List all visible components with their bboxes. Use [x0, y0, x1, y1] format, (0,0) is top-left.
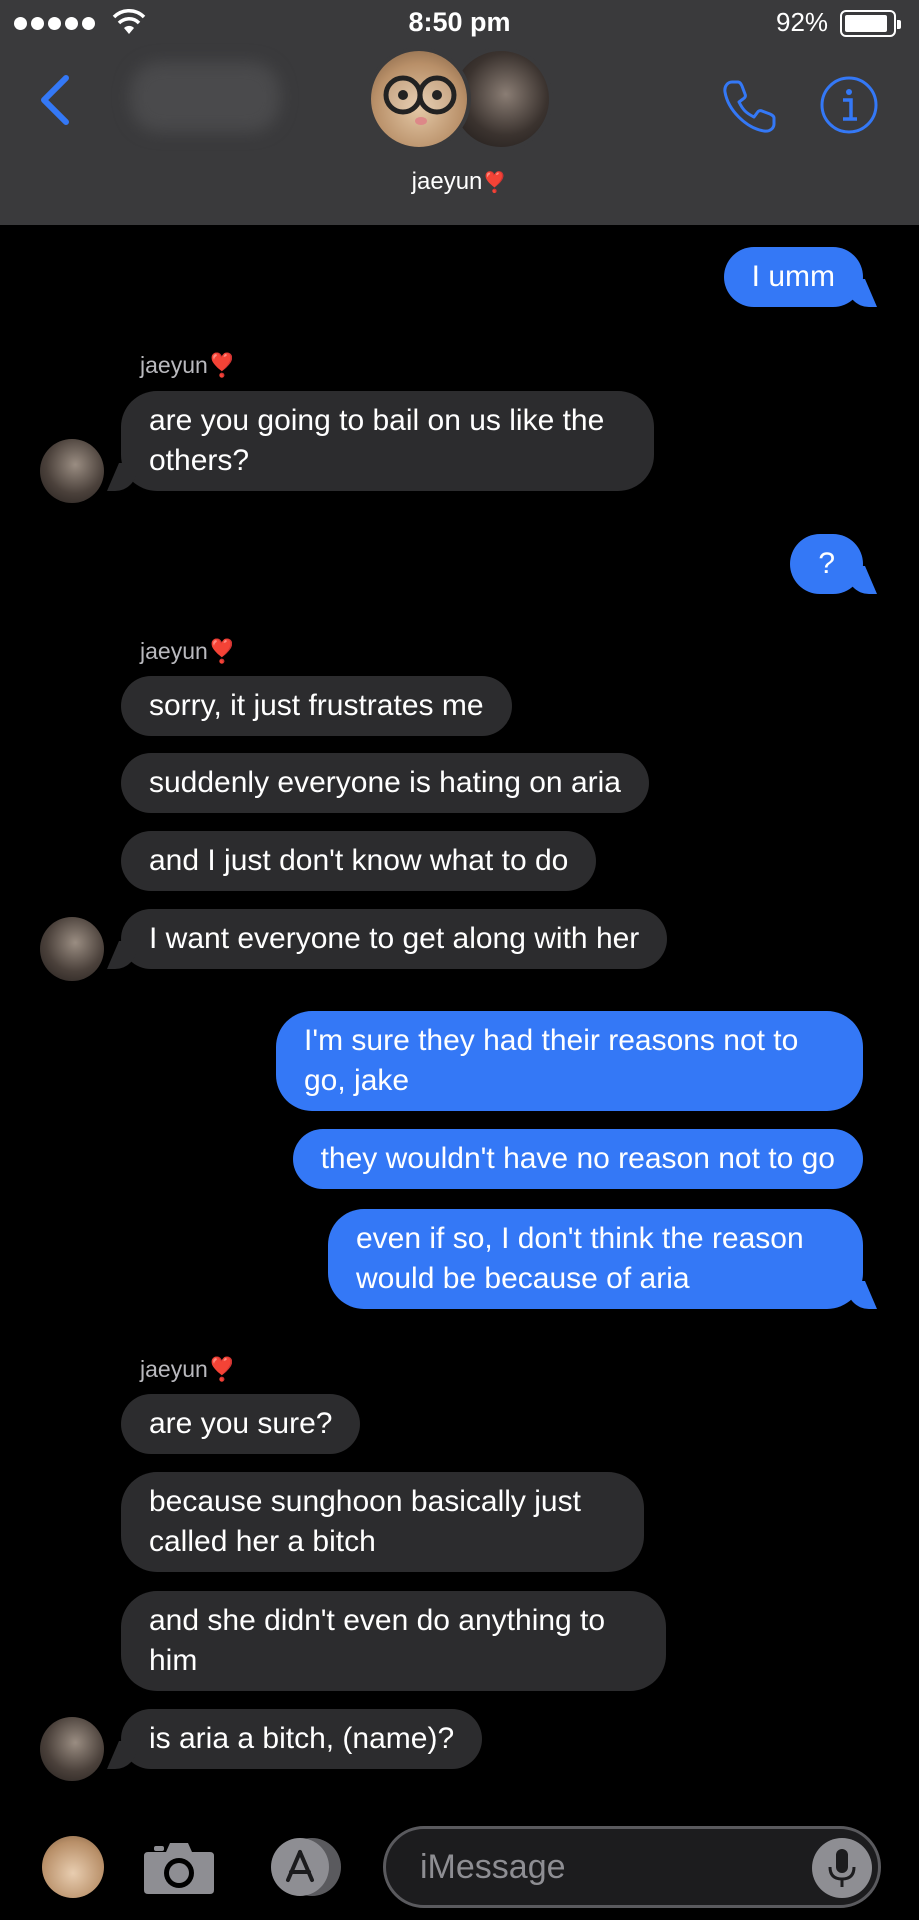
sender-name: jaeyun❣️ [140, 352, 237, 378]
status-bar: 8:50 pm 92% [0, 0, 919, 46]
message-text: even if so, I don't think the reason [356, 1222, 804, 1255]
sender-avatar[interactable] [40, 1717, 104, 1781]
message-bubble-outgoing[interactable]: even if so, I don't think the reason wou… [328, 1209, 863, 1309]
avatar-cat-glasses [367, 47, 471, 151]
message-text: called her a bitch [149, 1525, 376, 1558]
message-bubble-incoming[interactable]: is aria a bitch, (name)? [121, 1709, 483, 1769]
message-text: are you going to bail on us like the [149, 404, 605, 437]
message-text: him [149, 1644, 198, 1677]
back-button[interactable] [32, 70, 82, 130]
message-text: is aria a bitch, (name)? [149, 1722, 455, 1755]
conversation-header: 8:50 pm 92% jaeyun❣️ [0, 0, 919, 225]
message-text: I umm [751, 260, 835, 293]
sender-name: jaeyun❣️ [140, 1356, 237, 1382]
phone-icon[interactable] [718, 76, 780, 138]
app-store-icon[interactable] [262, 1836, 346, 1898]
message-bubble-incoming[interactable]: are you going to bail on us like the oth… [121, 391, 654, 491]
microphone-button[interactable] [812, 1838, 872, 1898]
heart-emoji: ❣️ [482, 172, 508, 194]
camera-icon[interactable] [142, 1838, 216, 1896]
contact-name-text: jaeyun [411, 168, 483, 195]
message-text: I'm sure they had their reasons not to [304, 1024, 799, 1057]
message-bubble-incoming[interactable]: I want everyone to get along with her [121, 909, 668, 969]
message-text: go, jake [304, 1064, 410, 1097]
message-text: and she didn't even do anything to [149, 1604, 606, 1637]
message-bubble-outgoing[interactable]: they wouldn't have no reason not to go [292, 1129, 863, 1189]
message-text: they wouldn't have no reason not to go [320, 1142, 835, 1175]
message-text: sorry, it just frustrates me [149, 689, 484, 722]
imessage-input[interactable] [383, 1826, 881, 1908]
message-text: suddenly everyone is hating on aria [149, 766, 621, 799]
memoji-avatar-button[interactable] [42, 1836, 104, 1898]
message-text: because sunghoon basically just [149, 1485, 581, 1518]
message-text: and I just don't know what to do [149, 844, 569, 877]
message-text: ? [818, 547, 835, 580]
message-bubble-incoming[interactable]: suddenly everyone is hating on aria [121, 753, 649, 813]
message-bubble-incoming[interactable]: are you sure? [121, 1394, 361, 1454]
message-bubble-incoming[interactable]: sorry, it just frustrates me [121, 676, 512, 736]
message-bubble-incoming[interactable]: and I just don't know what to do [121, 831, 597, 891]
message-thread[interactable]: I umm jaeyun❣️ are you going to bail on … [0, 225, 919, 1808]
battery-icon [840, 10, 901, 37]
message-bubble-incoming[interactable]: because sunghoon basically just called h… [121, 1472, 644, 1572]
sender-avatar[interactable] [40, 439, 104, 503]
message-text: are you sure? [149, 1407, 333, 1440]
sender-avatar[interactable] [40, 917, 104, 981]
message-bubble-outgoing[interactable]: ? [790, 534, 863, 594]
sender-name: jaeyun❣️ [140, 638, 237, 664]
message-text: would be because of aria [356, 1262, 690, 1295]
compose-bar [0, 1808, 919, 1920]
message-bubble-outgoing[interactable]: I umm [723, 247, 863, 307]
contact-name[interactable]: jaeyun❣️ [0, 168, 919, 196]
microphone-icon [828, 1849, 856, 1887]
battery-percentage: 92% [776, 7, 829, 37]
message-text: I want everyone to get along with her [149, 922, 640, 955]
info-icon[interactable] [818, 74, 880, 136]
blurred-unread-count [130, 62, 280, 132]
message-bubble-incoming[interactable]: and she didn't even do anything to him [121, 1591, 666, 1691]
message-bubble-outgoing[interactable]: I'm sure they had their reasons not to g… [276, 1011, 863, 1111]
message-text: others? [149, 444, 250, 477]
group-avatars[interactable] [367, 47, 553, 153]
